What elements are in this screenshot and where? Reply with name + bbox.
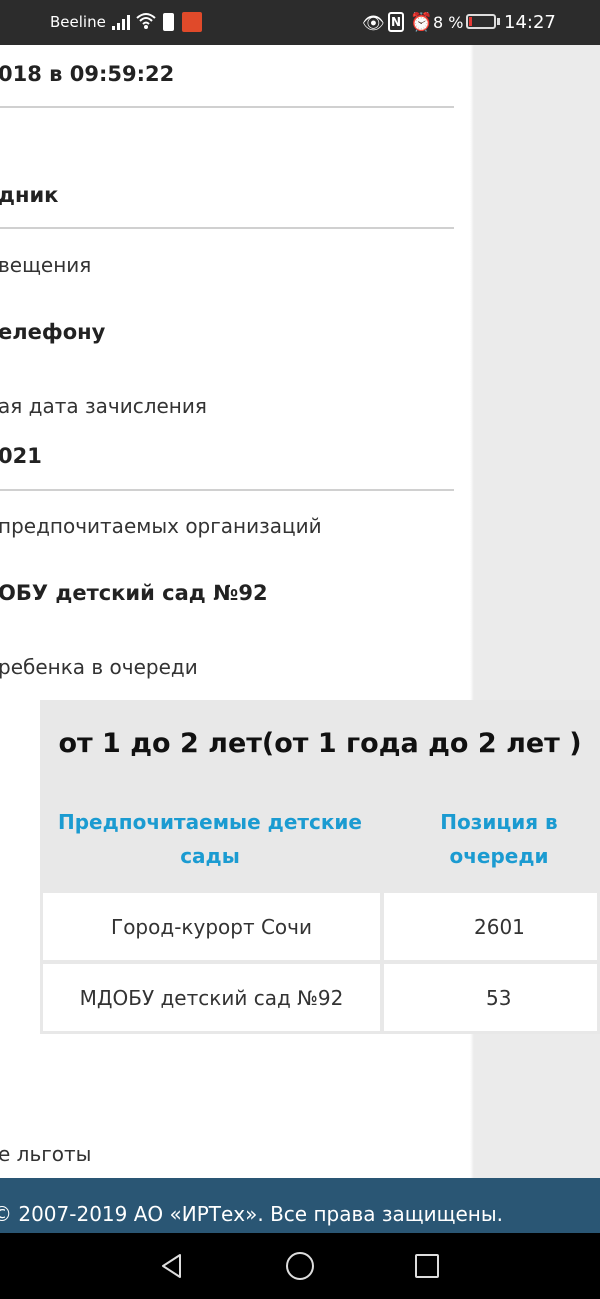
column-header-position: Позиция в очереди: [384, 805, 600, 873]
queue-position-label: ребенка в очереди: [0, 655, 198, 679]
enroll-date-label: ая дата зачисления: [0, 394, 207, 418]
table-cell-position: 2601: [384, 893, 597, 960]
eye-icon: 👁: [362, 13, 385, 34]
benefits-label: е льготы: [0, 1142, 92, 1166]
column-header-kindergartens: Предпочитаемые детские сады: [40, 805, 380, 873]
divider: [0, 106, 454, 108]
notify-label: вещения: [0, 253, 92, 277]
recent-apps-icon[interactable]: [415, 1254, 439, 1278]
column-header-line: сады: [180, 844, 240, 868]
table-cell-position: 53: [384, 964, 597, 1031]
system-navigation-bar: [0, 1233, 600, 1299]
age-group-title: от 1 до 2 лет(от 1 года до 2 лет ): [58, 728, 582, 759]
sim-icon: [163, 13, 174, 31]
alarm-icon: ⏰: [410, 12, 433, 33]
app-notification-icon: [182, 12, 202, 32]
carrier-label: Beeline: [50, 13, 106, 31]
battery-icon: [466, 14, 496, 29]
divider: [0, 227, 454, 229]
signal-icon: [112, 15, 130, 30]
preferred-orgs-label: предпочитаемых организаций: [0, 514, 322, 538]
home-icon[interactable]: [286, 1252, 314, 1280]
column-header-line: Предпочитаемые детские: [57, 810, 362, 834]
divider: [0, 489, 454, 491]
status-bar: Beeline 👁 N ⏰ 8 % 14:27: [0, 0, 600, 45]
column-header-line: Позиция в: [440, 810, 558, 834]
queue-table-panel: от 1 до 2 лет(от 1 года до 2 лет ) Предп…: [40, 700, 600, 1034]
table-cell-name: МДОБУ детский сад №92: [43, 964, 380, 1031]
back-icon[interactable]: [158, 1252, 186, 1280]
application-source: дник: [0, 183, 59, 207]
enroll-date-value: 021: [0, 444, 42, 468]
battery-tip: [497, 18, 500, 25]
nfc-icon: N: [388, 12, 404, 32]
battery-percent: 8 %: [433, 13, 464, 32]
copyright-text: © 2007-2019 АО «ИРТех». Все права защище…: [0, 1202, 503, 1226]
preferred-orgs-value: ОБУ детский сад №92: [0, 581, 268, 605]
site-footer: © 2007-2019 АО «ИРТех». Все права защище…: [0, 1178, 600, 1233]
wifi-icon: [136, 13, 156, 29]
clock: 14:27: [504, 12, 556, 33]
application-datetime: 018 в 09:59:22: [0, 62, 175, 86]
table-cell-name: Город-курорт Сочи: [43, 893, 380, 960]
column-header-line: очереди: [449, 844, 549, 868]
notify-value: елефону: [0, 320, 106, 344]
